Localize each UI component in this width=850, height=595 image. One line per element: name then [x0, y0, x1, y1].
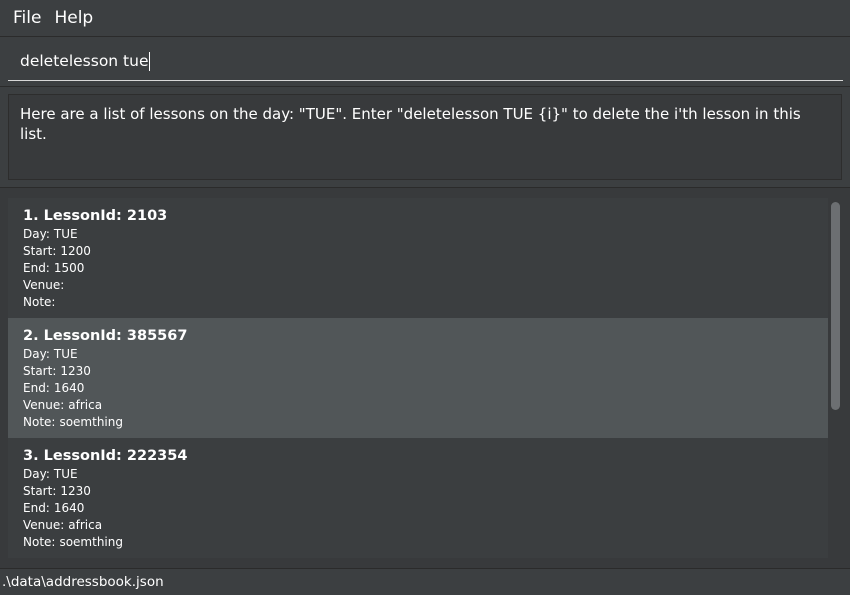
- app-window: File Help deletelesson tue Here are a li…: [0, 0, 850, 595]
- lesson-start: Start: 1200: [23, 243, 813, 260]
- venue-label: Venue:: [23, 278, 65, 292]
- lesson-note: Note:: [23, 294, 813, 311]
- lesson-day: Day: TUE: [23, 226, 813, 243]
- note-label: Note:: [23, 415, 56, 429]
- day-value: TUE: [53, 227, 78, 241]
- menu-file[interactable]: File: [0, 0, 52, 36]
- lesson-title: 3. LessonId: 222354: [23, 448, 188, 464]
- lesson-venue: Venue: africa: [23, 397, 813, 414]
- venue-label: Venue:: [23, 518, 65, 532]
- venue-label: Venue:: [23, 398, 65, 412]
- note-value: soemthing: [59, 535, 123, 549]
- lesson-venue: Venue: africa: [23, 517, 813, 534]
- note-value: soemthing: [59, 415, 123, 429]
- day-label: Day:: [23, 467, 50, 481]
- start-value: 1200: [60, 244, 91, 258]
- status-bar: .\data\addressbook.json: [0, 568, 850, 595]
- result-display[interactable]: Here are a list of lessons on the day: "…: [8, 94, 842, 180]
- lesson-list[interactable]: 1. LessonId: 2103 Day: TUE Start: 1200 End…: [8, 198, 828, 558]
- end-label: End:: [23, 501, 50, 515]
- lesson-end: End: 1640: [23, 380, 813, 397]
- lesson-start: Start: 1230: [23, 363, 813, 380]
- lesson-end: End: 1640: [23, 500, 813, 517]
- list-scrollbar-thumb[interactable]: [831, 202, 840, 410]
- command-input-text: deletelesson tue: [20, 52, 149, 70]
- day-value: TUE: [53, 347, 78, 361]
- note-label: Note:: [23, 295, 56, 309]
- start-label: Start:: [23, 364, 57, 378]
- menu-help[interactable]: Help: [52, 0, 104, 36]
- lesson-note: Note: soemthing: [23, 414, 813, 431]
- lesson-list-panel: 1. LessonId: 2103 Day: TUE Start: 1200 End…: [0, 188, 850, 568]
- lesson-venue: Venue:: [23, 277, 813, 294]
- lesson-note: Note: soemthing: [23, 534, 813, 551]
- save-location: .\data\addressbook.json: [2, 574, 164, 590]
- list-scrollbar[interactable]: [830, 198, 842, 558]
- start-value: 1230: [60, 484, 91, 498]
- venue-value: africa: [68, 518, 103, 532]
- lesson-end: End: 1500: [23, 260, 813, 277]
- command-box[interactable]: deletelesson tue: [8, 43, 843, 81]
- day-label: Day:: [23, 347, 50, 361]
- day-label: Day:: [23, 227, 50, 241]
- lesson-card-selected[interactable]: 2. LessonId: 385567 Day: TUE Start: 1230 E…: [8, 318, 828, 438]
- lesson-day: Day: TUE: [23, 346, 813, 363]
- lesson-start: Start: 1230: [23, 483, 813, 500]
- end-label: End:: [23, 381, 50, 395]
- lesson-card[interactable]: 1. LessonId: 2103 Day: TUE Start: 1200 End…: [8, 198, 828, 318]
- lesson-card[interactable]: 3. LessonId: 222354 Day: TUE Start: 1230 E…: [8, 438, 828, 558]
- lesson-day: Day: TUE: [23, 466, 813, 483]
- text-caret: [148, 52, 150, 71]
- command-input[interactable]: deletelesson tue: [20, 43, 150, 80]
- end-value: 1640: [53, 381, 85, 395]
- lesson-title: 2. LessonId: 385567: [23, 328, 188, 344]
- start-value: 1230: [60, 364, 91, 378]
- end-value: 1640: [53, 501, 85, 515]
- day-value: TUE: [53, 467, 78, 481]
- start-label: Start:: [23, 484, 57, 498]
- note-label: Note:: [23, 535, 56, 549]
- venue-value: africa: [68, 398, 103, 412]
- start-label: Start:: [23, 244, 57, 258]
- result-pane: Here are a list of lessons on the day: "…: [0, 86, 850, 188]
- end-value: 1500: [53, 261, 85, 275]
- menu-bar: File Help: [0, 0, 850, 37]
- lesson-title: 1. LessonId: 2103: [23, 208, 168, 224]
- end-label: End:: [23, 261, 50, 275]
